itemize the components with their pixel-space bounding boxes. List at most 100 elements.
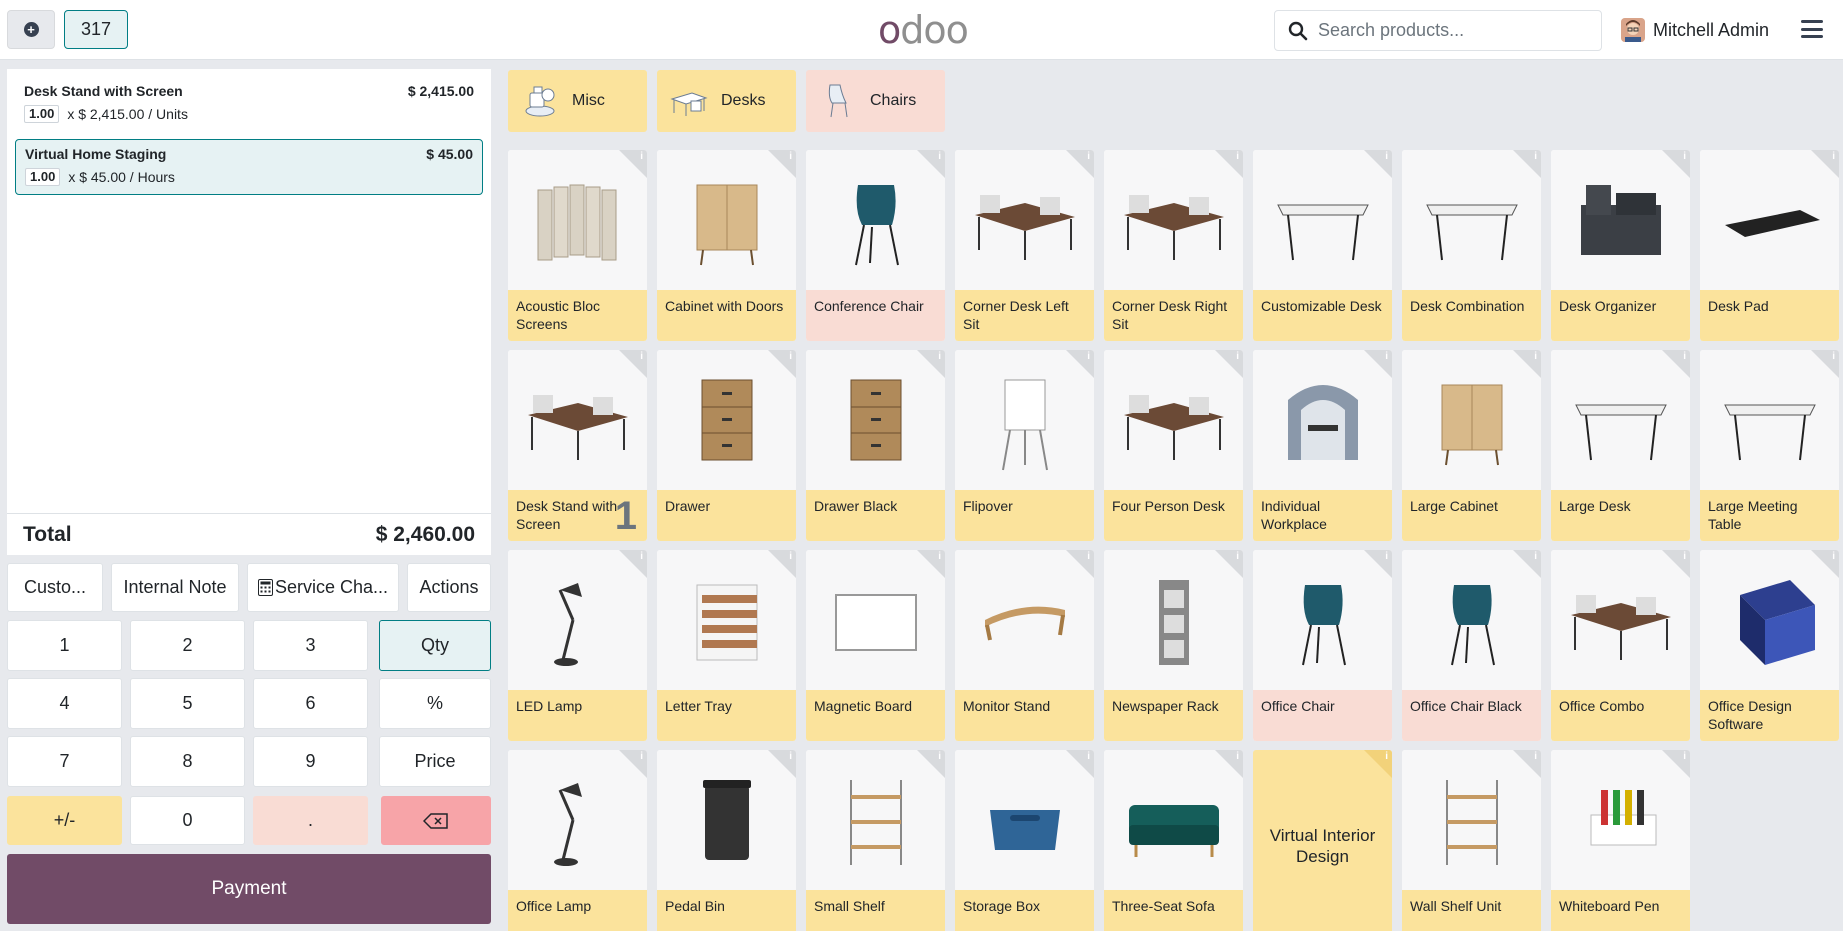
organizer-icon: [1580, 185, 1661, 255]
product-card[interactable]: Office Chair i: [1253, 550, 1392, 741]
product-card[interactable]: Four Person Desk i: [1104, 350, 1243, 541]
new-order-button[interactable]: +: [7, 10, 55, 49]
product-name: Drawer: [657, 490, 796, 541]
product-card[interactable]: Pedal Bin i: [657, 750, 796, 931]
numpad-6[interactable]: 6: [253, 678, 368, 729]
payment-button[interactable]: Payment: [7, 854, 491, 924]
numpad-3[interactable]: 3: [253, 620, 368, 671]
product-card[interactable]: Wall Shelf Unit i: [1402, 750, 1541, 931]
service-charge-button[interactable]: Service Cha...: [247, 563, 399, 612]
product-card[interactable]: Storage Box i: [955, 750, 1094, 931]
desk-icon: [1570, 595, 1671, 660]
product-name: Three-Seat Sofa: [1104, 890, 1243, 931]
product-card[interactable]: Corner Desk Left Sit i: [955, 150, 1094, 341]
user-menu[interactable]: Mitchell Admin: [1621, 18, 1769, 42]
numpad-2[interactable]: 2: [130, 620, 245, 671]
product-name: Four Person Desk: [1104, 490, 1243, 541]
order-line-unit-price: x $ 45.00 / Hours: [68, 169, 175, 185]
product-name: Newspaper Rack: [1104, 690, 1243, 741]
table-icon: [1425, 204, 1518, 261]
numpad-decimal[interactable]: .: [253, 796, 368, 845]
product-card[interactable]: Virtual Interior Design i: [1253, 750, 1392, 931]
product-card[interactable]: Office Combo i: [1551, 550, 1690, 741]
product-card[interactable]: Flipover i: [955, 350, 1094, 541]
product-card[interactable]: Desk Pad i: [1700, 150, 1839, 341]
customer-button[interactable]: Custo...: [7, 563, 103, 612]
category-desks[interactable]: Desks: [657, 70, 796, 132]
product-card[interactable]: Office Lamp i: [508, 750, 647, 931]
software-box-icon: [1739, 580, 1815, 665]
actions-button[interactable]: Actions: [407, 563, 491, 612]
numpad-discount[interactable]: %: [379, 678, 491, 729]
product-card[interactable]: Drawer i: [657, 350, 796, 541]
product-card[interactable]: Large Cabinet i: [1402, 350, 1541, 541]
product-card[interactable]: Letter Tray i: [657, 550, 796, 741]
order-tab[interactable]: 317: [64, 10, 128, 49]
product-card[interactable]: Desk Combination i: [1402, 150, 1541, 341]
product-name: Conference Chair: [806, 290, 945, 341]
product-card[interactable]: Magnetic Board i: [806, 550, 945, 741]
numpad-7[interactable]: 7: [7, 736, 122, 787]
product-card[interactable]: Large Desk i: [1551, 350, 1690, 541]
order-line-qty-row: 1.00 x $ 2,415.00 / Units: [24, 105, 188, 123]
search-input[interactable]: [1318, 20, 1588, 41]
internal-note-button[interactable]: Internal Note: [111, 563, 239, 612]
rack-icon: [1158, 580, 1189, 665]
product-card[interactable]: Monitor Stand i: [955, 550, 1094, 741]
product-card[interactable]: Three-Seat Sofa i: [1104, 750, 1243, 931]
numpad-1[interactable]: 1: [7, 620, 122, 671]
info-icon: i: [1087, 351, 1090, 362]
sofa-icon: [1128, 805, 1219, 857]
product-card[interactable]: Conference Chair i: [806, 150, 945, 341]
order-line-qty-row: 1.00 x $ 45.00 / Hours: [25, 168, 175, 186]
order-line[interactable]: Desk Stand with Screen $ 2,415.00 1.00 x…: [15, 77, 483, 133]
product-card[interactable]: Desk Organizer i: [1551, 150, 1690, 341]
backspace-icon: [423, 812, 448, 829]
info-icon: i: [640, 351, 643, 362]
product-card[interactable]: Office Design Software i: [1700, 550, 1839, 741]
product-card[interactable]: Acoustic Bloc Screens i: [508, 150, 647, 341]
numpad-4[interactable]: 4: [7, 678, 122, 729]
numpad-0[interactable]: 0: [130, 796, 245, 845]
info-icon: i: [789, 551, 792, 562]
product-card[interactable]: Office Chair Black i: [1402, 550, 1541, 741]
lamp-icon: [553, 783, 582, 866]
product-card[interactable]: Small Shelf i: [806, 750, 945, 931]
info-icon: i: [1385, 551, 1388, 562]
search-bar[interactable]: [1274, 10, 1602, 51]
product-name: Magnetic Board: [806, 690, 945, 741]
product-card[interactable]: Large Meeting Table i: [1700, 350, 1839, 541]
numpad-price[interactable]: Price: [379, 736, 491, 787]
product-card[interactable]: Drawer Black i: [806, 350, 945, 541]
product-name: Office Chair Black: [1402, 690, 1541, 741]
info-icon: i: [1534, 751, 1537, 762]
product-card[interactable]: Individual Workplace i: [1253, 350, 1392, 541]
numpad-9[interactable]: 9: [253, 736, 368, 787]
desk-icon: [527, 395, 628, 460]
category-chairs[interactable]: Chairs: [806, 70, 945, 132]
order-line-selected[interactable]: Virtual Home Staging $ 45.00 1.00 x $ 45…: [15, 139, 483, 195]
product-card[interactable]: Customizable Desk i: [1253, 150, 1392, 341]
category-misc[interactable]: Misc: [508, 70, 647, 132]
product-card[interactable]: Desk Stand with Screen 1 i: [508, 350, 647, 541]
product-card[interactable]: LED Lamp i: [508, 550, 647, 741]
product-card[interactable]: Corner Desk Right Sit i: [1104, 150, 1243, 341]
product-card[interactable]: Cabinet with Doors i: [657, 150, 796, 341]
product-card[interactable]: Whiteboard Pen i: [1551, 750, 1690, 931]
numpad-qty[interactable]: Qty: [379, 620, 491, 671]
menu-icon[interactable]: [1801, 20, 1823, 38]
service-charge-label: Service Cha...: [274, 577, 389, 597]
product-name: Large Cabinet: [1402, 490, 1541, 541]
numpad-plus-minus[interactable]: +/-: [7, 796, 122, 845]
product-card[interactable]: Newspaper Rack i: [1104, 550, 1243, 741]
stand-icon: [984, 606, 1065, 641]
product-name: Large Meeting Table: [1700, 490, 1839, 541]
numpad-backspace[interactable]: [381, 796, 491, 845]
order-line-price: $ 45.00: [426, 146, 473, 162]
numpad-5[interactable]: 5: [130, 678, 245, 729]
product-name: Desk Organizer: [1551, 290, 1690, 341]
numpad-8[interactable]: 8: [130, 736, 245, 787]
drawer-icon: [850, 379, 901, 461]
info-icon: i: [640, 551, 643, 562]
calculator-icon: [257, 579, 273, 596]
